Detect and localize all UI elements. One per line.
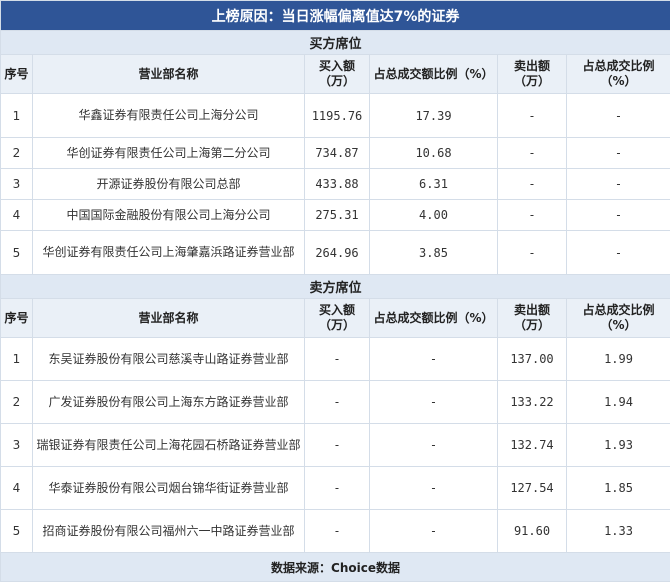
data-source: 数据来源：Choice数据	[1, 553, 670, 582]
table-row: 1东吴证券股份有限公司慈溪寺山路证券营业部--137.001.99	[1, 338, 670, 381]
sell-cell-sell-ratio: 1.94	[567, 381, 670, 424]
buy-cell-sell-amount: -	[498, 94, 567, 138]
sell-cell-sell-amount: 133.22	[498, 381, 567, 424]
sell-header-sell-amount: 卖出额（万）	[498, 299, 567, 338]
buy-cell-sell-ratio: -	[567, 138, 670, 169]
table-row: 3瑞银证券有限责任公司上海花园石桥路证券营业部--132.741.93	[1, 424, 670, 467]
table-row: 4华泰证券股份有限公司烟台锦华街证券营业部--127.541.85	[1, 467, 670, 510]
buy-cell-sell-ratio: -	[567, 231, 670, 275]
buy-cell-name: 华鑫证券有限责任公司上海分公司	[33, 94, 305, 138]
sell-cell-buy-ratio: -	[370, 338, 498, 381]
sell-cell-index: 4	[1, 467, 33, 510]
sell-cell-sell-ratio: 1.85	[567, 467, 670, 510]
sell-cell-name: 瑞银证券有限责任公司上海花园石桥路证券营业部	[33, 424, 305, 467]
title-row: 上榜原因：当日涨幅偏离值达7%的证券	[1, 1, 670, 31]
sell-header-index: 序号	[1, 299, 33, 338]
buy-cell-buy-ratio: 17.39	[370, 94, 498, 138]
table-row: 2广发证券股份有限公司上海东方路证券营业部--133.221.94	[1, 381, 670, 424]
sell-cell-buy-amount: -	[305, 381, 370, 424]
sell-cell-name: 广发证券股份有限公司上海东方路证券营业部	[33, 381, 305, 424]
buy-cell-sell-amount: -	[498, 231, 567, 275]
buy-cell-name: 华创证券有限责任公司上海第二分公司	[33, 138, 305, 169]
buy-section-label: 买方席位	[1, 31, 670, 55]
table-row: 2华创证券有限责任公司上海第二分公司734.8710.68--	[1, 138, 670, 169]
sell-cell-buy-ratio: -	[370, 467, 498, 510]
table-row: 5招商证券股份有限公司福州六一中路证券营业部--91.601.33	[1, 510, 670, 553]
buy-cell-buy-amount: 1195.76	[305, 94, 370, 138]
buy-cell-buy-ratio: 4.00	[370, 200, 498, 231]
table-row: 5华创证券有限责任公司上海肇嘉浜路证券营业部264.963.85--	[1, 231, 670, 275]
buy-cell-buy-ratio: 6.31	[370, 169, 498, 200]
sell-header-buy-ratio: 占总成交额比例（%）	[370, 299, 498, 338]
sell-section-label: 卖方席位	[1, 275, 670, 299]
sell-cell-buy-amount: -	[305, 338, 370, 381]
table-row: 1华鑫证券有限责任公司上海分公司1195.7617.39--	[1, 94, 670, 138]
sell-section-row: 卖方席位	[1, 275, 670, 299]
buy-cell-name: 华创证券有限责任公司上海肇嘉浜路证券营业部	[33, 231, 305, 275]
sell-cell-buy-amount: -	[305, 510, 370, 553]
buy-cell-sell-amount: -	[498, 169, 567, 200]
buy-cell-sell-ratio: -	[567, 94, 670, 138]
buy-cell-buy-amount: 433.88	[305, 169, 370, 200]
sell-cell-name: 华泰证券股份有限公司烟台锦华街证券营业部	[33, 467, 305, 510]
buy-cell-index: 3	[1, 169, 33, 200]
sell-header-buy-amount: 买入额（万）	[305, 299, 370, 338]
sell-cell-sell-ratio: 1.93	[567, 424, 670, 467]
sell-cell-buy-ratio: -	[370, 510, 498, 553]
table-title: 上榜原因：当日涨幅偏离值达7%的证券	[1, 1, 670, 31]
buy-cell-sell-amount: -	[498, 138, 567, 169]
sell-header-sell-ratio: 占总成交比例（%）	[567, 299, 670, 338]
sell-cell-index: 3	[1, 424, 33, 467]
buy-cell-index: 1	[1, 94, 33, 138]
sell-cell-sell-amount: 132.74	[498, 424, 567, 467]
sell-cell-sell-amount: 127.54	[498, 467, 567, 510]
sell-cell-name: 招商证券股份有限公司福州六一中路证券营业部	[33, 510, 305, 553]
sell-header-name: 营业部名称	[33, 299, 305, 338]
buy-cell-buy-ratio: 10.68	[370, 138, 498, 169]
buy-cell-name: 中国国际金融股份有限公司上海分公司	[33, 200, 305, 231]
sell-cell-index: 2	[1, 381, 33, 424]
buy-header-sell-amount: 卖出额（万）	[498, 55, 567, 94]
sell-cell-index: 1	[1, 338, 33, 381]
sell-cell-buy-amount: -	[305, 467, 370, 510]
buy-header-sell-ratio: 占总成交比例（%）	[567, 55, 670, 94]
buy-section-row: 买方席位	[1, 31, 670, 55]
footer-row: 数据来源：Choice数据	[1, 553, 670, 582]
buy-cell-sell-amount: -	[498, 200, 567, 231]
buy-header-index: 序号	[1, 55, 33, 94]
sell-cell-buy-ratio: -	[370, 424, 498, 467]
buy-cell-index: 5	[1, 231, 33, 275]
ranking-reason-table: 上榜原因：当日涨幅偏离值达7%的证券 买方席位序号营业部名称买入额（万）占总成交…	[0, 0, 670, 563]
buy-cell-buy-amount: 264.96	[305, 231, 370, 275]
buy-cell-sell-ratio: -	[567, 200, 670, 231]
seat-table: 上榜原因：当日涨幅偏离值达7%的证券 买方席位序号营业部名称买入额（万）占总成交…	[0, 0, 670, 582]
buy-cell-index: 4	[1, 200, 33, 231]
buy-header-row: 序号营业部名称买入额（万）占总成交额比例（%）卖出额（万）占总成交比例（%）	[1, 55, 670, 94]
buy-cell-index: 2	[1, 138, 33, 169]
buy-cell-buy-ratio: 3.85	[370, 231, 498, 275]
sell-cell-name: 东吴证券股份有限公司慈溪寺山路证券营业部	[33, 338, 305, 381]
buy-header-buy-amount: 买入额（万）	[305, 55, 370, 94]
table-row: 3开源证券股份有限公司总部433.886.31--	[1, 169, 670, 200]
sell-cell-buy-ratio: -	[370, 381, 498, 424]
buy-header-buy-ratio: 占总成交额比例（%）	[370, 55, 498, 94]
sell-cell-index: 5	[1, 510, 33, 553]
sell-header-row: 序号营业部名称买入额（万）占总成交额比例（%）卖出额（万）占总成交比例（%）	[1, 299, 670, 338]
buy-cell-buy-amount: 275.31	[305, 200, 370, 231]
sell-cell-sell-amount: 137.00	[498, 338, 567, 381]
sell-cell-sell-ratio: 1.33	[567, 510, 670, 553]
sell-cell-sell-ratio: 1.99	[567, 338, 670, 381]
buy-cell-sell-ratio: -	[567, 169, 670, 200]
buy-cell-name: 开源证券股份有限公司总部	[33, 169, 305, 200]
buy-header-name: 营业部名称	[33, 55, 305, 94]
table-row: 4中国国际金融股份有限公司上海分公司275.314.00--	[1, 200, 670, 231]
sell-cell-sell-amount: 91.60	[498, 510, 567, 553]
buy-cell-buy-amount: 734.87	[305, 138, 370, 169]
sell-cell-buy-amount: -	[305, 424, 370, 467]
